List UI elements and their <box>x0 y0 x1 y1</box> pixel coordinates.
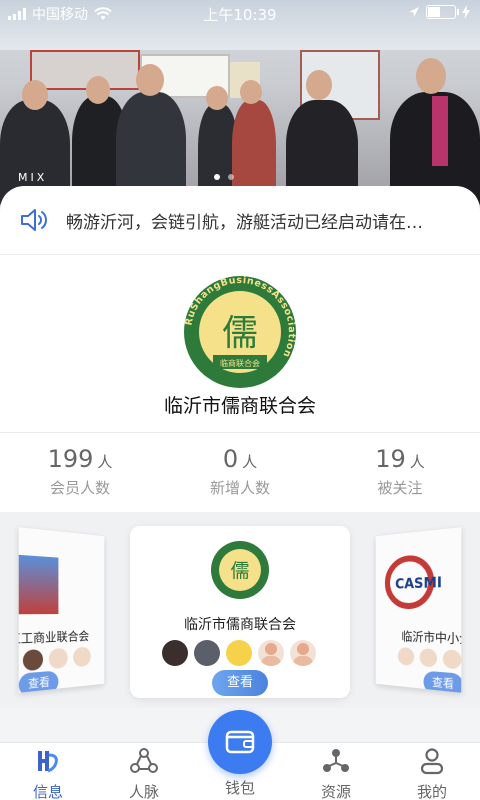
right-card-view-button[interactable]: 查看 <box>423 671 461 693</box>
banner-photo-head <box>206 86 228 110</box>
tab-label: 资源 <box>288 781 384 800</box>
stat-unit: 人 <box>97 453 112 471</box>
main-card-title: 临沂市儒商联合会 <box>130 614 350 634</box>
org-name: 临沂市儒商联合会 <box>0 391 480 418</box>
left-card-title: 江工商业联合会 <box>19 627 89 647</box>
network-icon <box>130 747 158 775</box>
tab-resource[interactable]: 资源 <box>288 743 384 800</box>
carousel-card-left[interactable]: 江工商业联合会 查看 <box>19 527 105 693</box>
stat-label: 新增人数 <box>160 477 320 498</box>
main-card-avatars <box>162 640 316 666</box>
banner-photo-head <box>136 64 164 96</box>
banner-photo-head <box>22 80 48 110</box>
tab-info[interactable]: 信息 <box>0 743 96 800</box>
org-logo-char: 儒 <box>222 313 258 354</box>
status-bar: 中国移动 上午10:39 <box>0 0 480 26</box>
tab-label: 我的 <box>384 781 480 800</box>
stat-unit: 人 <box>242 453 257 471</box>
banner-pagination <box>214 174 234 180</box>
banner-photo-head <box>86 76 110 104</box>
avatar <box>226 640 252 666</box>
avatar <box>162 640 188 666</box>
right-card-avatars <box>398 647 461 669</box>
location-icon <box>408 6 420 18</box>
avatar <box>194 640 220 666</box>
notice-bar[interactable]: 畅游沂河，会链引航，游艇活动已经启动请在… <box>0 186 480 254</box>
wallet-icon <box>225 728 255 756</box>
left-card-view-button[interactable]: 查看 <box>19 670 59 692</box>
tab-profile[interactable]: 我的 <box>384 743 480 800</box>
avatar <box>258 640 284 666</box>
main-card-logo: 儒 <box>210 540 270 600</box>
org-carousel[interactable]: 江工商业联合会 查看 儒 临沂市儒商联合会 查看 CASMI 临沂市中小企 查看 <box>0 512 480 708</box>
speaker-icon <box>20 208 48 232</box>
tab-label: 人脉 <box>96 781 192 800</box>
banner-photo-scarf <box>432 96 448 166</box>
notice-text[interactable]: 畅游沂河，会链引航，游艇活动已经启动请在… <box>66 208 446 233</box>
banner-carousel[interactable]: MIX <box>0 0 480 210</box>
stat-value: 0 <box>223 445 238 473</box>
main-card-logo-char: 儒 <box>230 560 249 582</box>
tab-label: 信息 <box>0 781 96 800</box>
org-logo[interactable]: RuShangBusinessAssociation 儒 临商联合会 <box>183 275 297 389</box>
stat-value: 199 <box>48 445 94 473</box>
stat-value: 19 <box>375 445 406 473</box>
stat-members[interactable]: 199 人 会员人数 <box>0 433 160 512</box>
right-card-logo-text: CASMI <box>395 575 442 593</box>
resource-icon <box>322 747 350 775</box>
org-profile: RuShangBusinessAssociation 儒 临商联合会 临沂市儒商… <box>0 254 480 432</box>
banner-photo-head <box>306 70 332 100</box>
banner-dot[interactable] <box>228 174 234 180</box>
wallet-fab-button[interactable] <box>208 710 272 774</box>
profile-icon <box>418 747 446 775</box>
banner-watermark: MIX <box>18 171 47 184</box>
carousel-card-right[interactable]: CASMI 临沂市中小企 查看 <box>376 527 462 693</box>
main-card-view-button[interactable]: 查看 <box>212 670 268 696</box>
org-logo-bottom-text: 临商联合会 <box>220 358 260 368</box>
tab-network[interactable]: 人脉 <box>96 743 192 800</box>
banner-photo-head <box>240 80 262 104</box>
banner-photo-wall-board <box>30 50 140 90</box>
right-card-logo: CASMI <box>382 549 457 612</box>
stat-followers[interactable]: 19 人 被关注 <box>320 433 480 512</box>
avatar <box>290 640 316 666</box>
stat-new-members[interactable]: 0人 新增人数 <box>160 433 320 512</box>
battery-icon <box>426 5 456 19</box>
left-card-avatars <box>23 647 91 672</box>
stat-label: 被关注 <box>320 477 480 498</box>
tab-label: 钱包 <box>192 777 288 798</box>
stat-unit: 人 <box>410 453 425 471</box>
carousel-card-main[interactable]: 儒 临沂市儒商联合会 查看 <box>130 526 350 698</box>
stats-row: 199 人 会员人数 0人 新增人数 19 人 被关注 <box>0 432 480 512</box>
left-card-image <box>19 555 59 614</box>
stat-label: 会员人数 <box>0 477 160 498</box>
info-icon <box>34 747 62 775</box>
banner-photo-head <box>416 58 446 94</box>
right-card-title: 临沂市中小企 <box>401 628 461 648</box>
banner-dot-active[interactable] <box>214 174 220 180</box>
status-right <box>408 5 470 19</box>
charging-icon <box>462 5 470 19</box>
